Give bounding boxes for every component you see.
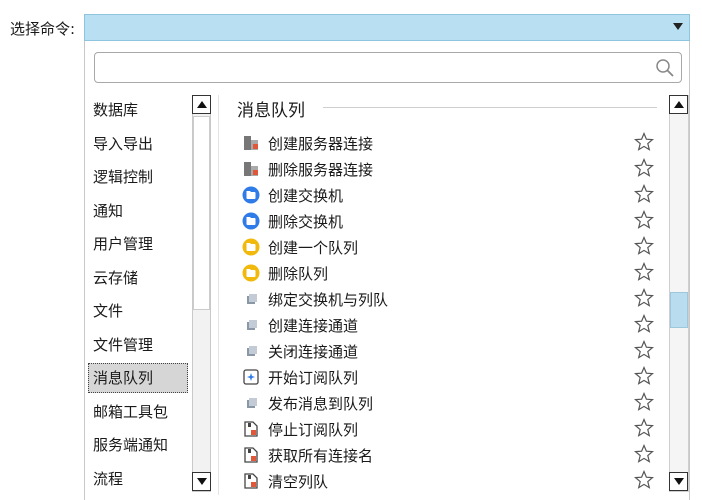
category-scroll-down-button[interactable] bbox=[192, 472, 211, 491]
queue-yellow-icon bbox=[242, 264, 260, 282]
category-item[interactable]: 导入导出 bbox=[88, 129, 188, 159]
category-item[interactable]: 文件 bbox=[88, 296, 188, 326]
exchange-blue-icon bbox=[242, 212, 260, 230]
star-icon[interactable] bbox=[634, 392, 654, 412]
exchange-blue-icon bbox=[242, 186, 260, 204]
cube-icon bbox=[247, 320, 257, 330]
command-item[interactable]: 停止订阅队列 bbox=[242, 417, 654, 443]
server-icon bbox=[244, 162, 258, 176]
command-item[interactable]: 关闭连接通道 bbox=[242, 339, 654, 365]
category-item[interactable]: 流程 bbox=[88, 464, 188, 494]
cube-icon bbox=[247, 294, 257, 304]
command-label: 清空列队 bbox=[268, 473, 329, 491]
server-icon bbox=[244, 136, 258, 150]
category-item[interactable]: 用户管理 bbox=[88, 229, 188, 259]
command-label: 创建交换机 bbox=[268, 187, 344, 205]
stop-icon bbox=[244, 447, 258, 463]
command-item[interactable]: 创建连接通道 bbox=[242, 313, 654, 339]
category-item[interactable]: 文件管理 bbox=[88, 330, 188, 360]
command-label: 删除交换机 bbox=[268, 213, 344, 231]
command-label: 发布消息到队列 bbox=[268, 395, 374, 413]
star-icon[interactable] bbox=[634, 132, 654, 152]
command-label: 创建一个队列 bbox=[268, 239, 359, 257]
star-icon[interactable] bbox=[634, 184, 654, 204]
queue-yellow-icon bbox=[242, 238, 260, 256]
category-item[interactable]: 服务端通知 bbox=[88, 430, 188, 460]
star-icon[interactable] bbox=[634, 340, 654, 360]
command-item[interactable]: 开始订阅队列 bbox=[242, 365, 654, 391]
cube-icon bbox=[247, 346, 257, 356]
search-input[interactable] bbox=[94, 52, 682, 83]
command-select-label: 选择命令: bbox=[10, 20, 76, 38]
command-scroll-up-button[interactable] bbox=[669, 95, 688, 114]
category-item[interactable]: 逻辑控制 bbox=[88, 162, 188, 192]
command-label: 关闭连接通道 bbox=[268, 343, 359, 361]
command-label: 停止订阅队列 bbox=[268, 421, 359, 439]
command-item[interactable]: 删除队列 bbox=[242, 261, 654, 287]
category-item[interactable]: 邮箱工具包 bbox=[88, 397, 188, 427]
command-item[interactable]: 清空列队 bbox=[242, 469, 654, 495]
category-item[interactable]: 数据库 bbox=[88, 95, 188, 125]
search-icon[interactable] bbox=[655, 58, 675, 78]
star-icon[interactable] bbox=[634, 444, 654, 464]
star-icon[interactable] bbox=[634, 288, 654, 308]
star-icon[interactable] bbox=[634, 314, 654, 334]
command-item[interactable]: 创建交换机 bbox=[242, 183, 654, 209]
command-label: 绑定交换机与列队 bbox=[268, 291, 389, 309]
command-combobox[interactable] bbox=[84, 14, 690, 41]
command-label: 删除队列 bbox=[268, 265, 329, 283]
category-scrollbar-thumb[interactable] bbox=[193, 116, 210, 310]
star-icon[interactable] bbox=[634, 366, 654, 386]
star-icon[interactable] bbox=[634, 158, 654, 178]
command-item[interactable]: 删除服务器连接 bbox=[242, 157, 654, 183]
star-icon[interactable] bbox=[634, 470, 654, 490]
command-label: 创建连接通道 bbox=[268, 317, 359, 335]
section-title-rule bbox=[323, 107, 657, 108]
panel-divider bbox=[218, 95, 219, 495]
category-item-selected[interactable]: 消息队列 bbox=[88, 363, 188, 393]
stop-icon bbox=[244, 421, 258, 437]
category-item[interactable]: 云存储 bbox=[88, 263, 188, 293]
command-label: 开始订阅队列 bbox=[268, 369, 359, 387]
command-scrollbar-thumb[interactable] bbox=[670, 292, 688, 328]
command-label: 获取所有连接名 bbox=[268, 447, 374, 465]
command-item[interactable]: 发布消息到队列 bbox=[242, 391, 654, 417]
subscribe-icon bbox=[243, 369, 259, 385]
star-icon[interactable] bbox=[634, 236, 654, 256]
command-item[interactable]: 创建服务器连接 bbox=[242, 131, 654, 157]
command-item[interactable]: 创建一个队列 bbox=[242, 235, 654, 261]
star-icon[interactable] bbox=[634, 418, 654, 438]
command-item[interactable]: 删除交换机 bbox=[242, 209, 654, 235]
command-item[interactable]: 绑定交换机与列队 bbox=[242, 287, 654, 313]
category-item[interactable]: 通知 bbox=[88, 196, 188, 226]
category-scroll-up-button[interactable] bbox=[192, 95, 211, 114]
star-icon[interactable] bbox=[634, 210, 654, 230]
stop-icon bbox=[244, 473, 258, 489]
command-scroll-down-button[interactable] bbox=[669, 472, 688, 491]
star-icon[interactable] bbox=[634, 262, 654, 282]
chevron-down-icon[interactable] bbox=[673, 23, 683, 30]
command-label: 创建服务器连接 bbox=[268, 135, 374, 153]
command-item[interactable]: 获取所有连接名 bbox=[242, 443, 654, 469]
command-label: 删除服务器连接 bbox=[268, 161, 374, 179]
section-title: 消息队列 bbox=[237, 101, 305, 121]
cube-icon bbox=[247, 398, 257, 408]
